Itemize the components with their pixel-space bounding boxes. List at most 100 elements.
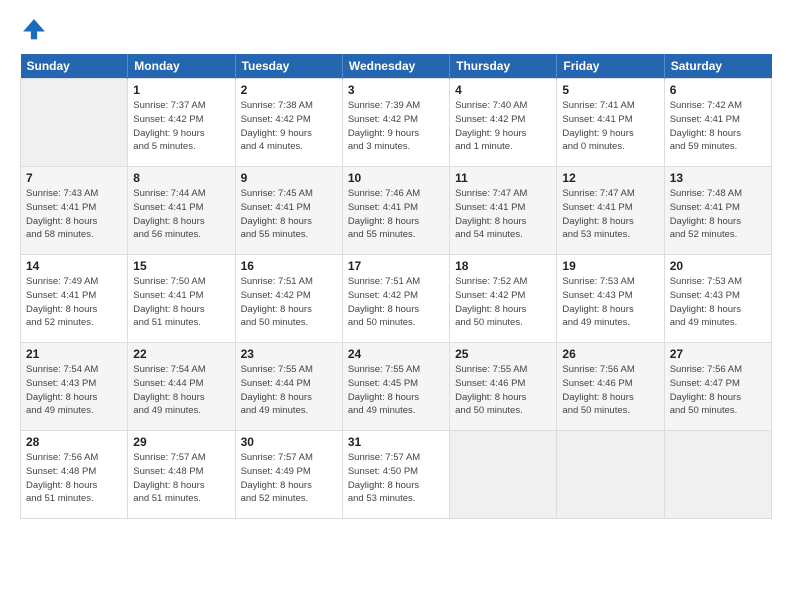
day-cell: 28 Sunrise: 7:56 AM Sunset: 4:48 PM Dayli… <box>21 431 128 519</box>
day-cell: 25Sunrise: 7:55 AM Sunset: 4:46 PM Dayli… <box>450 343 557 431</box>
day-cell: 29 Sunrise: 7:57 AM Sunset: 4:48 PM Dayli… <box>128 431 235 519</box>
day-cell: 10Sunrise: 7:46 AM Sunset: 4:41 PM Dayli… <box>342 167 449 255</box>
day-cell: 23 Sunrise: 7:55 AM Sunset: 4:44 PM Dayli… <box>235 343 342 431</box>
calendar-table: Sunday Monday Tuesday Wednesday Thursday… <box>20 54 772 519</box>
day-info: Sunrise: 7:54 AM Sunset: 4:43 PM Dayligh… <box>26 363 122 418</box>
day-number: 9 <box>241 171 337 185</box>
day-number: 1 <box>133 83 229 97</box>
day-number: 2 <box>241 83 337 97</box>
day-info: Sunrise: 7:40 AM Sunset: 4:42 PM Dayligh… <box>455 99 551 154</box>
day-info: Sunrise: 7:47 AM Sunset: 4:41 PM Dayligh… <box>562 187 658 242</box>
day-cell: 26 Sunrise: 7:56 AM Sunset: 4:46 PM Dayli… <box>557 343 664 431</box>
day-number: 23 <box>241 347 337 361</box>
day-cell <box>557 431 664 519</box>
day-cell <box>21 79 128 167</box>
day-cell: 24 Sunrise: 7:55 AM Sunset: 4:45 PM Dayli… <box>342 343 449 431</box>
day-cell: 22 Sunrise: 7:54 AM Sunset: 4:44 PM Dayli… <box>128 343 235 431</box>
day-number: 31 <box>348 435 444 449</box>
day-info: Sunrise: 7:54 AM Sunset: 4:44 PM Dayligh… <box>133 363 229 418</box>
day-number: 30 <box>241 435 337 449</box>
day-info: Sunrise: 7:48 AM Sunset: 4:41 PM Dayligh… <box>670 187 766 242</box>
day-number: 3 <box>348 83 444 97</box>
day-cell <box>664 431 771 519</box>
day-number: 8 <box>133 171 229 185</box>
day-info: Sunrise: 7:44 AM Sunset: 4:41 PM Dayligh… <box>133 187 229 242</box>
day-info: Sunrise: 7:55 AM Sunset: 4:45 PM Dayligh… <box>348 363 444 418</box>
day-info: Sunrise: 7:56 AM Sunset: 4:46 PM Dayligh… <box>562 363 658 418</box>
day-cell: 4 Sunrise: 7:40 AM Sunset: 4:42 PM Daylig… <box>450 79 557 167</box>
day-number: 15 <box>133 259 229 273</box>
day-info: Sunrise: 7:47 AM Sunset: 4:41 PM Dayligh… <box>455 187 551 242</box>
page: Sunday Monday Tuesday Wednesday Thursday… <box>0 0 792 612</box>
week-row-4: 21 Sunrise: 7:54 AM Sunset: 4:43 PM Dayli… <box>21 343 772 431</box>
day-info: Sunrise: 7:42 AM Sunset: 4:41 PM Dayligh… <box>670 99 766 154</box>
day-info: Sunrise: 7:39 AM Sunset: 4:42 PM Dayligh… <box>348 99 444 154</box>
day-info: Sunrise: 7:45 AM Sunset: 4:41 PM Dayligh… <box>241 187 337 242</box>
day-cell: 2Sunrise: 7:38 AM Sunset: 4:42 PM Daylig… <box>235 79 342 167</box>
day-cell: 15 Sunrise: 7:50 AM Sunset: 4:41 PM Dayli… <box>128 255 235 343</box>
col-saturday: Saturday <box>664 54 771 79</box>
day-cell: 3 Sunrise: 7:39 AM Sunset: 4:42 PM Daylig… <box>342 79 449 167</box>
day-number: 26 <box>562 347 658 361</box>
week-row-3: 14 Sunrise: 7:49 AM Sunset: 4:41 PM Dayli… <box>21 255 772 343</box>
day-number: 25 <box>455 347 551 361</box>
week-row-2: 7 Sunrise: 7:43 AM Sunset: 4:41 PM Daylig… <box>21 167 772 255</box>
day-info: Sunrise: 7:52 AM Sunset: 4:42 PM Dayligh… <box>455 275 551 330</box>
day-info: Sunrise: 7:41 AM Sunset: 4:41 PM Dayligh… <box>562 99 658 154</box>
day-info: Sunrise: 7:51 AM Sunset: 4:42 PM Dayligh… <box>348 275 444 330</box>
col-friday: Friday <box>557 54 664 79</box>
day-info: Sunrise: 7:55 AM Sunset: 4:44 PM Dayligh… <box>241 363 337 418</box>
col-thursday: Thursday <box>450 54 557 79</box>
day-info: Sunrise: 7:50 AM Sunset: 4:41 PM Dayligh… <box>133 275 229 330</box>
day-info: Sunrise: 7:51 AM Sunset: 4:42 PM Dayligh… <box>241 275 337 330</box>
day-info: Sunrise: 7:57 AM Sunset: 4:48 PM Dayligh… <box>133 451 229 506</box>
day-info: Sunrise: 7:57 AM Sunset: 4:49 PM Dayligh… <box>241 451 337 506</box>
day-number: 29 <box>133 435 229 449</box>
header <box>20 16 772 44</box>
day-number: 24 <box>348 347 444 361</box>
day-number: 14 <box>26 259 122 273</box>
day-cell: 1Sunrise: 7:37 AM Sunset: 4:42 PM Daylig… <box>128 79 235 167</box>
day-number: 4 <box>455 83 551 97</box>
day-cell: 27 Sunrise: 7:56 AM Sunset: 4:47 PM Dayli… <box>664 343 771 431</box>
col-wednesday: Wednesday <box>342 54 449 79</box>
day-number: 22 <box>133 347 229 361</box>
week-row-5: 28 Sunrise: 7:56 AM Sunset: 4:48 PM Dayli… <box>21 431 772 519</box>
day-cell: 17Sunrise: 7:51 AM Sunset: 4:42 PM Dayli… <box>342 255 449 343</box>
header-row: Sunday Monday Tuesday Wednesday Thursday… <box>21 54 772 79</box>
col-sunday: Sunday <box>21 54 128 79</box>
day-number: 5 <box>562 83 658 97</box>
day-info: Sunrise: 7:57 AM Sunset: 4:50 PM Dayligh… <box>348 451 444 506</box>
day-info: Sunrise: 7:56 AM Sunset: 4:47 PM Dayligh… <box>670 363 766 418</box>
day-info: Sunrise: 7:56 AM Sunset: 4:48 PM Dayligh… <box>26 451 122 506</box>
day-cell: 18 Sunrise: 7:52 AM Sunset: 4:42 PM Dayli… <box>450 255 557 343</box>
day-cell: 7 Sunrise: 7:43 AM Sunset: 4:41 PM Daylig… <box>21 167 128 255</box>
week-row-1: 1Sunrise: 7:37 AM Sunset: 4:42 PM Daylig… <box>21 79 772 167</box>
day-number: 7 <box>26 171 122 185</box>
day-number: 18 <box>455 259 551 273</box>
day-info: Sunrise: 7:49 AM Sunset: 4:41 PM Dayligh… <box>26 275 122 330</box>
day-number: 20 <box>670 259 766 273</box>
logo-icon <box>20 16 48 44</box>
day-cell: 9 Sunrise: 7:45 AM Sunset: 4:41 PM Daylig… <box>235 167 342 255</box>
day-cell: 21 Sunrise: 7:54 AM Sunset: 4:43 PM Dayli… <box>21 343 128 431</box>
day-cell: 14 Sunrise: 7:49 AM Sunset: 4:41 PM Dayli… <box>21 255 128 343</box>
day-cell: 6 Sunrise: 7:42 AM Sunset: 4:41 PM Daylig… <box>664 79 771 167</box>
day-number: 13 <box>670 171 766 185</box>
day-cell: 5 Sunrise: 7:41 AM Sunset: 4:41 PM Daylig… <box>557 79 664 167</box>
day-number: 19 <box>562 259 658 273</box>
day-number: 6 <box>670 83 766 97</box>
day-number: 21 <box>26 347 122 361</box>
day-number: 27 <box>670 347 766 361</box>
day-cell: 8 Sunrise: 7:44 AM Sunset: 4:41 PM Daylig… <box>128 167 235 255</box>
day-cell: 20Sunrise: 7:53 AM Sunset: 4:43 PM Dayli… <box>664 255 771 343</box>
day-cell: 31 Sunrise: 7:57 AM Sunset: 4:50 PM Dayli… <box>342 431 449 519</box>
day-number: 16 <box>241 259 337 273</box>
day-cell: 30 Sunrise: 7:57 AM Sunset: 4:49 PM Dayli… <box>235 431 342 519</box>
day-cell: 13 Sunrise: 7:48 AM Sunset: 4:41 PM Dayli… <box>664 167 771 255</box>
day-number: 28 <box>26 435 122 449</box>
day-cell: 19 Sunrise: 7:53 AM Sunset: 4:43 PM Dayli… <box>557 255 664 343</box>
day-info: Sunrise: 7:53 AM Sunset: 4:43 PM Dayligh… <box>562 275 658 330</box>
day-info: Sunrise: 7:43 AM Sunset: 4:41 PM Dayligh… <box>26 187 122 242</box>
day-cell: 16 Sunrise: 7:51 AM Sunset: 4:42 PM Dayli… <box>235 255 342 343</box>
